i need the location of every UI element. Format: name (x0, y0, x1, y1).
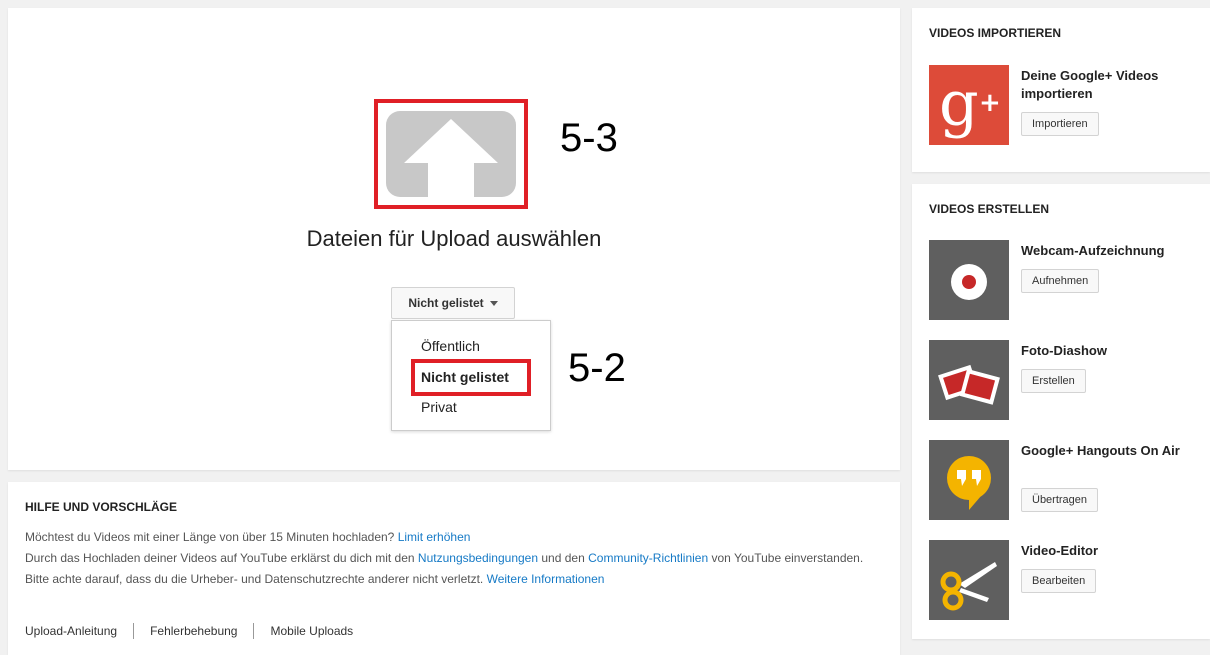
record-icon (929, 240, 1009, 320)
hangouts-icon (929, 440, 1009, 520)
import-item: g + Deine Google+ Videos importieren Imp… (929, 65, 1199, 145)
help-line1: Möchtest du Videos mit einer Länge von ü… (25, 530, 395, 544)
import-item-label: Deine Google+ Videos importieren (1021, 68, 1159, 101)
help-line2c: von YouTube einverstanden. (711, 551, 864, 565)
create-item-webcam: Webcam-Aufzeichnung Aufnehmen (929, 240, 1199, 320)
import-panel: VIDEOS IMPORTIEREN g + Deine Google+ Vid… (912, 8, 1210, 172)
help-links: Upload-Anleitung Fehlerbehebung Mobile U… (25, 623, 353, 639)
slideshow-label: Foto-Diashow (1021, 343, 1107, 358)
svg-text:+: + (979, 88, 1001, 118)
create-panel: VIDEOS ERSTELLEN Webcam-Aufzeichnung Auf… (912, 184, 1210, 639)
import-button[interactable]: Importieren (1021, 112, 1099, 136)
more-info-link[interactable]: Weitere Informationen (487, 572, 605, 586)
terms-link[interactable]: Nutzungsbedingungen (418, 551, 538, 565)
create-slideshow-button[interactable]: Erstellen (1021, 369, 1086, 393)
create-item-hangouts: Google+ Hangouts On Air Übertragen (929, 440, 1199, 520)
help-line2a: Durch das Hochladen deiner Videos auf Yo… (25, 551, 415, 565)
privacy-dropdown-label: Nicht gelistet (408, 296, 484, 310)
privacy-dropdown[interactable]: Nicht gelistet (391, 287, 515, 319)
google-plus-icon: g + (929, 65, 1009, 145)
annotation-5-3: 5-3 (560, 116, 618, 160)
editor-label: Video-Editor (1021, 543, 1099, 558)
mobile-uploads-link[interactable]: Mobile Uploads (270, 624, 353, 638)
limit-link[interactable]: Limit erhöhen (398, 530, 471, 544)
annotation-5-2: 5-2 (568, 346, 626, 390)
upload-guide-link[interactable]: Upload-Anleitung (25, 624, 117, 638)
help-title: HILFE UND VORSCHLÄGE (25, 500, 178, 514)
upload-title[interactable]: Dateien für Upload auswählen (8, 226, 900, 252)
divider (133, 623, 135, 639)
hangouts-label: Google+ Hangouts On Air (1021, 443, 1180, 458)
privacy-option-private[interactable]: Privat (421, 399, 457, 415)
guidelines-link[interactable]: Community-Richtlinien (588, 551, 708, 565)
divider (253, 623, 255, 639)
help-panel: HILFE UND VORSCHLÄGE Möchtest du Videos … (8, 482, 900, 655)
svg-text:g: g (939, 67, 979, 140)
create-item-slideshow: Foto-Diashow Erstellen (929, 340, 1199, 420)
help-text: Möchtest du Videos mit einer Länge von ü… (25, 527, 885, 590)
privacy-option-unlisted[interactable]: Nicht gelistet (421, 369, 509, 385)
help-line3: Bitte achte darauf, dass du die Urheber-… (25, 572, 484, 586)
photos-icon (929, 340, 1009, 420)
privacy-menu: Öffentlich Nicht gelistet Privat (391, 320, 551, 431)
import-title: VIDEOS IMPORTIEREN (929, 26, 1062, 40)
troubleshooting-link[interactable]: Fehlerbehebung (150, 624, 237, 638)
privacy-option-public[interactable]: Öffentlich (421, 338, 480, 354)
caret-down-icon (489, 300, 498, 306)
upload-panel: 5-3 Dateien für Upload auswählen Nicht g… (8, 8, 900, 470)
record-button[interactable]: Aufnehmen (1021, 269, 1100, 293)
upload-arrow-icon[interactable] (386, 111, 516, 197)
webcam-label: Webcam-Aufzeichnung (1021, 243, 1165, 258)
edit-button[interactable]: Bearbeiten (1021, 569, 1097, 593)
upload-highlight-box (374, 99, 528, 209)
create-item-editor: Video-Editor Bearbeiten (929, 540, 1199, 620)
help-line2b: und den (541, 551, 585, 565)
create-title: VIDEOS ERSTELLEN (929, 202, 1050, 216)
scissors-icon (929, 540, 1009, 620)
broadcast-button[interactable]: Übertragen (1021, 488, 1099, 512)
